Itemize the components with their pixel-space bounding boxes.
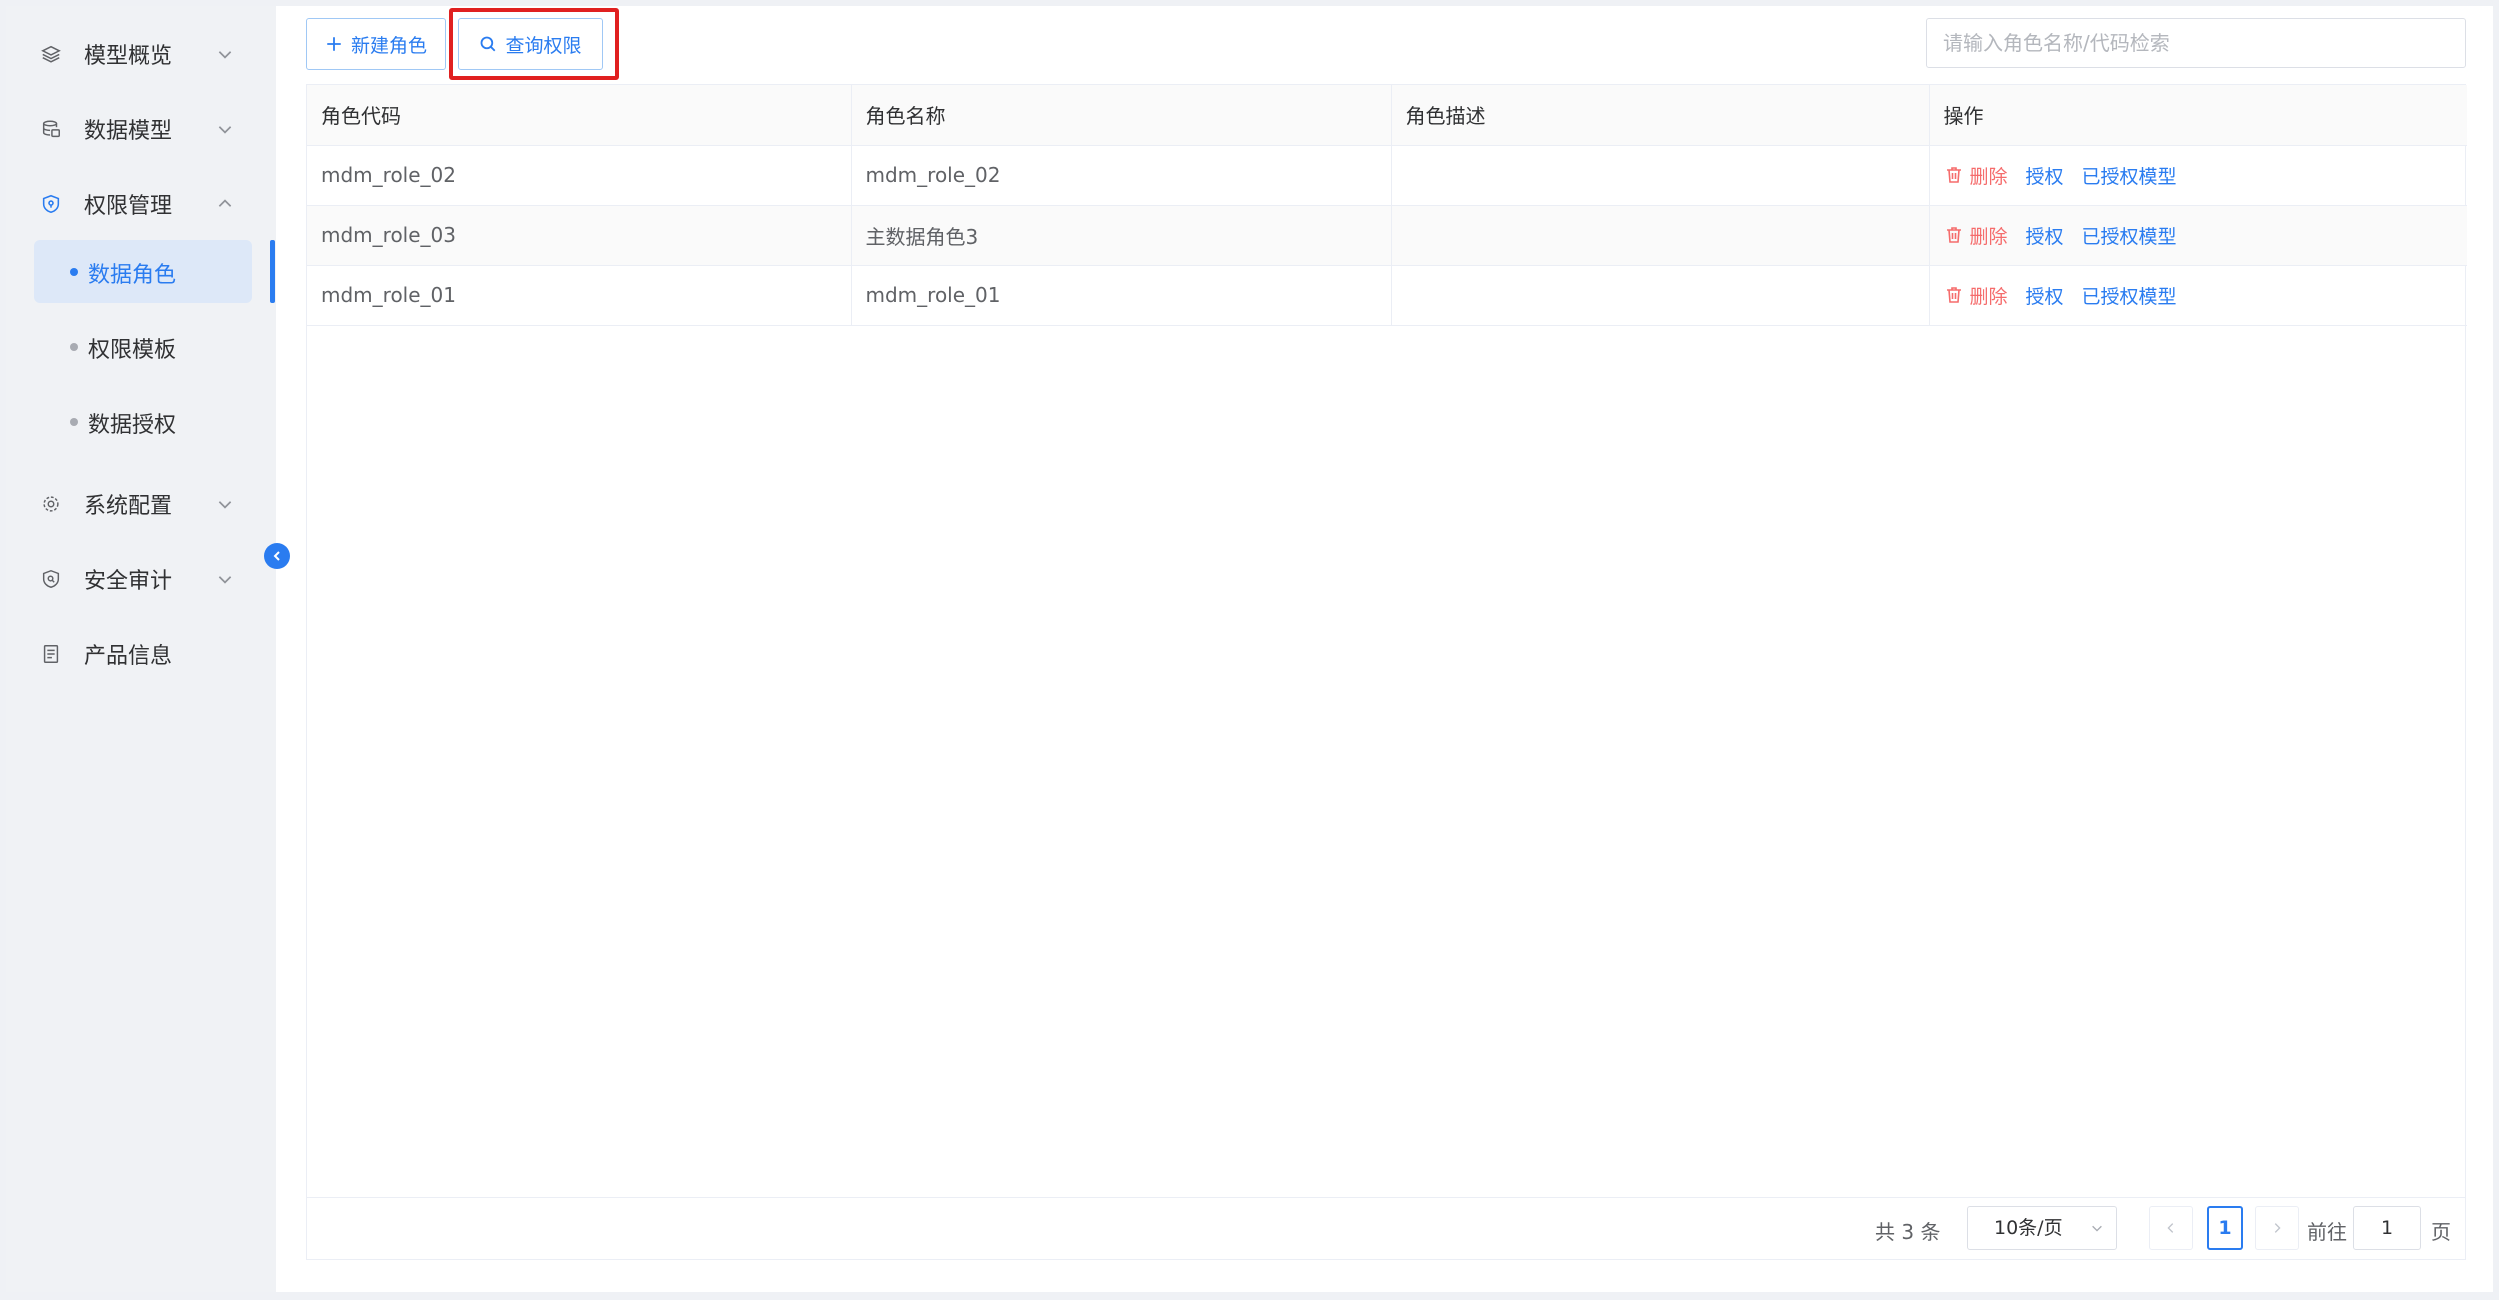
layers-icon <box>39 42 63 66</box>
active-indicator <box>270 240 275 303</box>
chevron-down-icon <box>218 125 232 134</box>
delete-button[interactable]: 删除 <box>1944 282 2008 309</box>
bullet-dot <box>70 418 78 426</box>
roles-table: 角色代码 角色名称 角色描述 操作 mdm_role_02 mdm_role_0… <box>306 84 2467 1260</box>
granted-models-link[interactable]: 已授权模型 <box>2082 162 2177 189</box>
sidebar-collapse-button[interactable] <box>264 543 290 569</box>
role-code-cell: mdm_role_01 <box>307 265 852 326</box>
sidebar-item-label: 产品信息 <box>84 643 173 669</box>
sidebar-subitem-data-role[interactable]: 数据角色 <box>34 240 252 303</box>
role-desc-cell <box>1391 265 1930 326</box>
trash-icon <box>1946 227 1961 243</box>
column-header: 角色名称 <box>851 85 1392 146</box>
sidebar-item-label: 模型概览 <box>84 43 173 69</box>
chevron-left-icon <box>273 551 280 561</box>
pagination: 共 3 条 10条/页 1 前往 页 <box>307 1197 2465 1259</box>
sidebar-item-security-audit[interactable]: 安全审计 <box>6 541 276 616</box>
role-name-cell: mdm_role_02 <box>851 145 1392 206</box>
grant-link[interactable]: 授权 <box>2026 282 2064 309</box>
actions-cell: 删除 授权 已授权模型 <box>1929 145 2467 206</box>
gear-icon <box>39 492 63 516</box>
role-name-cell: mdm_role_01 <box>851 265 1392 326</box>
chevron-left-icon <box>2167 1223 2174 1233</box>
delete-button[interactable]: 删除 <box>1944 222 2008 249</box>
role-code-cell: mdm_role_02 <box>307 145 852 206</box>
chevron-down-icon <box>218 50 232 59</box>
app-window: 模型概览 数据模型 权限管理 数据角色 权限模板 数据授权 系统配置 安全审计 … <box>6 6 2493 1292</box>
role-desc-cell <box>1391 145 1930 206</box>
table-row: mdm_role_03 主数据角色3 删除 授权 已授权模型 <box>307 205 2467 266</box>
chevron-down-icon <box>218 500 232 509</box>
next-page-button[interactable] <box>2255 1206 2299 1250</box>
main-content: 新建角色 查询权限 角色代码 角色名称 角色描述 操作 <box>306 6 2476 1292</box>
sidebar-item-label: 安全审计 <box>84 568 173 594</box>
shield-icon <box>39 192 63 216</box>
chevron-right-icon <box>2274 1223 2281 1233</box>
column-header: 角色描述 <box>1391 85 1930 146</box>
audit-icon <box>39 567 63 591</box>
sidebar-item-system-config[interactable]: 系统配置 <box>6 466 276 541</box>
actions-cell: 删除 授权 已授权模型 <box>1929 265 2467 326</box>
search-input[interactable] <box>1926 18 2466 68</box>
grant-link[interactable]: 授权 <box>2026 162 2064 189</box>
page-size-select[interactable]: 10条/页 <box>1967 1206 2117 1250</box>
database-icon <box>39 117 63 141</box>
role-desc-cell <box>1391 205 1930 266</box>
goto-page-input[interactable] <box>2353 1206 2421 1250</box>
role-code-cell: mdm_role_03 <box>307 205 852 266</box>
query-permission-label: 查询权限 <box>505 34 582 57</box>
table-row: mdm_role_01 mdm_role_01 删除 授权 已授权模型 <box>307 265 2467 326</box>
chevron-down-icon <box>218 575 232 584</box>
column-header: 操作 <box>1929 85 2467 146</box>
grant-link[interactable]: 授权 <box>2026 222 2064 249</box>
sidebar-subitem-permission-template[interactable]: 权限模板 <box>34 315 252 378</box>
sidebar-item-label: 系统配置 <box>84 493 173 519</box>
granted-models-link[interactable]: 已授权模型 <box>2082 222 2177 249</box>
sidebar-subitem-label: 数据授权 <box>88 413 177 438</box>
delete-label: 删除 <box>1969 225 2008 248</box>
table-header-row: 角色代码 角色名称 角色描述 操作 <box>307 85 2467 146</box>
prev-page-button[interactable] <box>2149 1206 2193 1250</box>
document-icon <box>39 642 63 666</box>
new-role-label: 新建角色 <box>350 34 427 57</box>
goto-label: 前往 <box>2307 1220 2347 1244</box>
table-row: mdm_role_02 mdm_role_02 删除 授权 已授权模型 <box>307 145 2467 206</box>
granted-models-link[interactable]: 已授权模型 <box>2082 282 2177 309</box>
page-number-button[interactable]: 1 <box>2207 1206 2243 1250</box>
query-permission-button[interactable]: 查询权限 <box>458 18 603 70</box>
sidebar-item-label: 权限管理 <box>84 193 173 219</box>
total-count: 共 3 条 <box>1875 1220 1941 1244</box>
sidebar-subitem-label: 数据角色 <box>88 263 177 288</box>
chevron-up-icon <box>218 198 232 207</box>
sidebar-item-data-model[interactable]: 数据模型 <box>6 91 276 166</box>
new-role-button[interactable]: 新建角色 <box>306 18 446 70</box>
sidebar: 模型概览 数据模型 权限管理 数据角色 权限模板 数据授权 系统配置 安全审计 … <box>6 6 290 1292</box>
chevron-down-icon <box>2092 1225 2102 1232</box>
delete-button[interactable]: 删除 <box>1944 162 2008 189</box>
sidebar-subitem-data-authorization[interactable]: 数据授权 <box>34 390 252 453</box>
page-size-value: 10条/页 <box>1994 1217 2063 1239</box>
sidebar-subitem-label: 权限模板 <box>88 338 177 363</box>
column-header: 角色代码 <box>307 85 852 146</box>
role-name-cell: 主数据角色3 <box>851 205 1392 266</box>
search-icon <box>481 36 496 52</box>
sidebar-item-permission-management[interactable]: 权限管理 <box>6 166 276 241</box>
delete-label: 删除 <box>1969 285 2008 308</box>
bullet-dot <box>70 343 78 351</box>
delete-label: 删除 <box>1969 165 2008 188</box>
sidebar-item-product-info[interactable]: 产品信息 <box>6 616 276 691</box>
bullet-dot <box>70 268 78 276</box>
actions-cell: 删除 授权 已授权模型 <box>1929 205 2467 266</box>
plus-icon <box>327 37 341 51</box>
trash-icon <box>1946 167 1961 183</box>
trash-icon <box>1946 287 1961 303</box>
page-unit-label: 页 <box>2431 1220 2451 1244</box>
sidebar-item-model-overview[interactable]: 模型概览 <box>6 16 276 91</box>
sidebar-item-label: 数据模型 <box>84 118 173 144</box>
